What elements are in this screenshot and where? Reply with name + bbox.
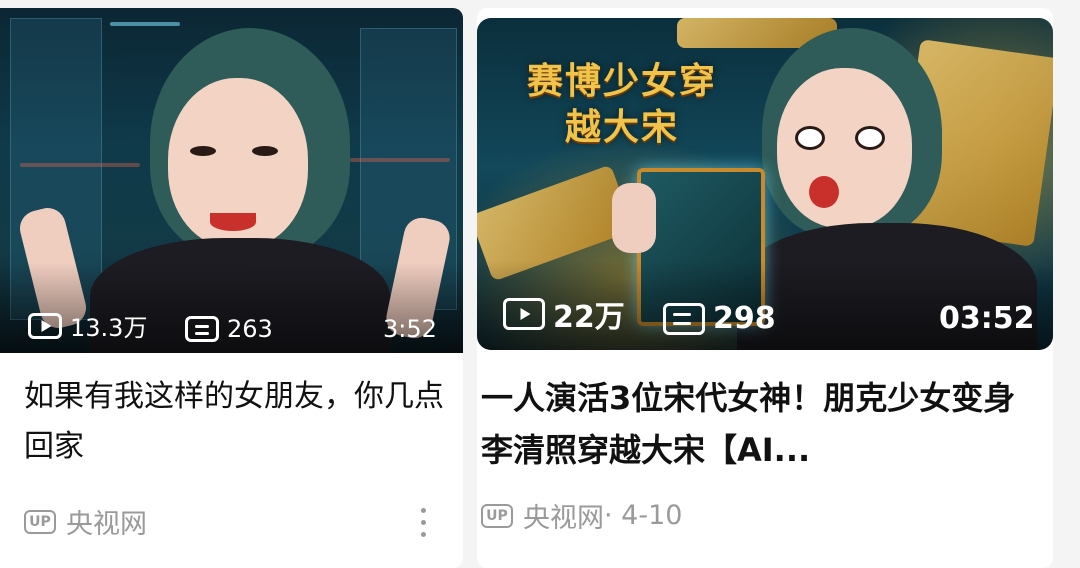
up-badge: UP [24,509,56,534]
comment-icon [663,302,705,335]
comment-count: 298 [713,301,776,336]
publish-date: · 4-10 [604,500,683,531]
view-count: 22万 [553,300,625,335]
comment-count: 263 [227,315,273,343]
video-title[interactable]: 如果有我这样的女朋友，你几点回家 [24,372,444,472]
video-meta: UP 央视网 [24,502,147,541]
video-thumbnail[interactable]: 赛博少女穿越大宋 22万 298 03:52 [477,18,1053,350]
video-meta: UP 央视网 · 4-10 [481,496,682,535]
video-thumbnail[interactable]: 13.3万 263 3:52 [0,8,463,353]
view-count: 13.3万 [70,314,148,342]
more-icon[interactable] [418,508,428,542]
author-name[interactable]: 央视网 [66,502,147,541]
video-title[interactable]: 一人演活3位宋代女神！朋克少女变身李清照穿越大宋【AI... [481,372,1041,476]
video-duration: 03:52 [939,301,1035,336]
video-card-2[interactable]: 赛博少女穿越大宋 22万 298 03:52 一人演活3位宋代女神！朋克少女变身… [477,8,1053,568]
play-icon [28,312,62,339]
up-badge: UP [481,503,513,528]
play-icon [503,298,545,330]
thumbnail-title: 赛博少女穿越大宋 [526,60,717,148]
author-name[interactable]: 央视网 [523,496,604,535]
comment-icon [185,316,219,342]
video-card-1[interactable]: 13.3万 263 3:52 如果有我这样的女朋友，你几点回家 UP 央视网 [0,8,463,568]
video-duration: 3:52 [383,315,437,343]
